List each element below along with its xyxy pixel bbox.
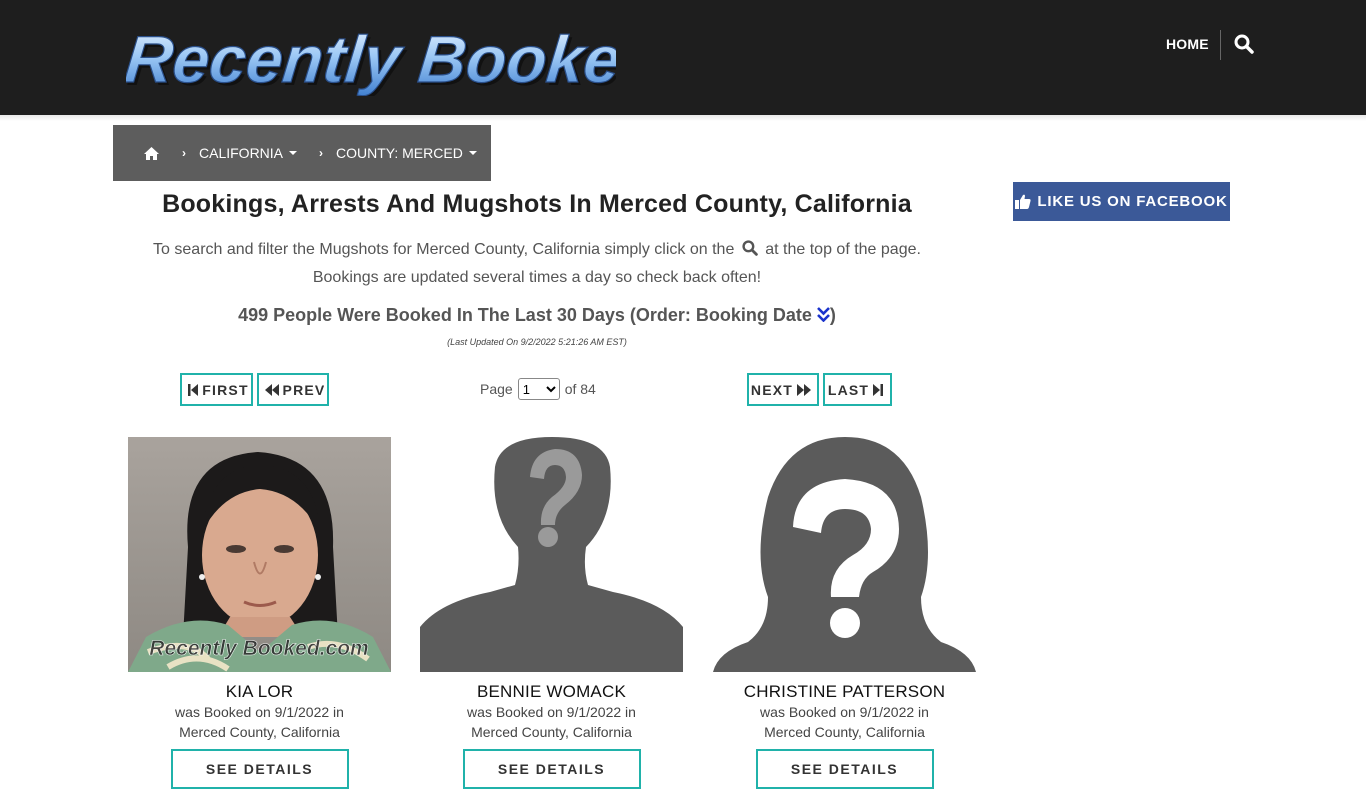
person-name[interactable]: CHRISTINE PATTERSON: [713, 682, 976, 702]
breadcrumb-home[interactable]: [143, 146, 160, 161]
booking-location-text: Merced County, California: [471, 724, 632, 740]
home-icon: [144, 146, 159, 160]
breadcrumb-county-label: COUNTY: MERCED: [336, 145, 463, 161]
step-forward-icon: [873, 383, 884, 396]
booking-location-text: Merced County, California: [764, 724, 925, 740]
see-details-button[interactable]: SEE DETAILS: [170, 749, 349, 789]
mugshot-photo[interactable]: Recently Booked.com: [128, 437, 391, 672]
booking-location-text: Merced County, California: [179, 724, 340, 740]
caret-down-icon: [468, 151, 477, 155]
facebook-label: LIKE US ON FACEBOOK: [1037, 193, 1228, 210]
forward-icon: [797, 383, 812, 396]
thumbs-up-icon: [1015, 194, 1031, 209]
booking-count-close: ): [829, 305, 836, 325]
page-select[interactable]: 1: [517, 378, 560, 400]
description-line2: Bookings are updated several times a day…: [312, 269, 762, 286]
watermark-text: Recently Booked.com: [149, 637, 368, 660]
description-text: To search and filter the Mugshots for Me…: [153, 241, 735, 258]
page-label: Page: [480, 381, 513, 397]
last-page-button[interactable]: LAST: [823, 373, 892, 406]
placeholder-female-silhouette[interactable]: [713, 437, 976, 672]
breadcrumb-county-dropdown[interactable]: COUNTY: MERCED: [336, 145, 477, 161]
prev-label: PREV: [282, 381, 326, 398]
header-shadow: [0, 115, 1366, 121]
booking-date-text: was Booked on 9/1/2022 in: [760, 704, 929, 720]
next-page-button[interactable]: NEXT: [747, 373, 819, 406]
prev-page-button[interactable]: PREV: [257, 373, 329, 406]
person-name[interactable]: BENNIE WOMACK: [420, 682, 683, 702]
last-updated: (Last Updated On 9/2/2022 5:21:26 AM EST…: [447, 337, 627, 347]
page-title: Bookings, Arrests And Mugshots In Merced…: [162, 190, 912, 218]
search-icon: [742, 239, 758, 265]
chevron-right-icon: ›: [319, 146, 324, 160]
sort-descending-icon[interactable]: [817, 306, 830, 327]
backward-icon: [264, 383, 279, 396]
first-label: FIRST: [202, 381, 249, 398]
see-details-button[interactable]: SEE DETAILS: [755, 749, 934, 789]
nav-divider: [1220, 30, 1221, 60]
chevron-right-icon: ›: [182, 146, 186, 160]
breadcrumb: › CALIFORNIA › COUNTY: MERCED: [113, 125, 491, 181]
booking-count-text: 499 People Were Booked In The Last 30 Da…: [238, 305, 812, 325]
first-page-button[interactable]: FIRST: [180, 373, 253, 406]
caret-down-icon: [289, 151, 298, 155]
last-label: LAST: [827, 381, 870, 398]
page-total: of 84: [564, 381, 596, 397]
booking-card: Recently Booked.com KIA LOR was Booked o…: [128, 437, 391, 789]
search-icon[interactable]: [1234, 34, 1256, 56]
page-selector: Page 1 of 84: [480, 377, 596, 401]
breadcrumb-state-dropdown[interactable]: CALIFORNIA: [199, 145, 298, 161]
nav-home-link[interactable]: HOME: [1166, 36, 1209, 52]
next-label: NEXT: [750, 381, 794, 398]
person-name[interactable]: KIA LOR: [128, 682, 391, 702]
site-logo[interactable]: Recently Booked Recently Booked: [126, 16, 616, 96]
see-details-button[interactable]: SEE DETAILS: [462, 749, 641, 789]
booking-date-text: was Booked on 9/1/2022 in: [175, 704, 344, 720]
description-text-end: at the top of the page.: [765, 241, 921, 258]
step-backward-icon: [188, 383, 199, 396]
page-description: To search and filter the Mugshots for Me…: [113, 237, 961, 291]
logo-text: Recently Booked: [126, 23, 616, 96]
breadcrumb-state-label: CALIFORNIA: [199, 145, 284, 161]
booking-date-text: was Booked on 9/1/2022 in: [467, 704, 636, 720]
placeholder-male-silhouette[interactable]: [420, 437, 683, 672]
like-facebook-button[interactable]: LIKE US ON FACEBOOK: [1013, 182, 1230, 221]
booking-card: CHRISTINE PATTERSON was Booked on 9/1/20…: [713, 437, 976, 789]
top-navbar: Recently Booked Recently Booked HOME: [0, 0, 1366, 115]
booking-card: BENNIE WOMACK was Booked on 9/1/2022 in …: [420, 437, 683, 789]
booking-count-heading: 499 People Were Booked In The Last 30 Da…: [113, 305, 961, 327]
